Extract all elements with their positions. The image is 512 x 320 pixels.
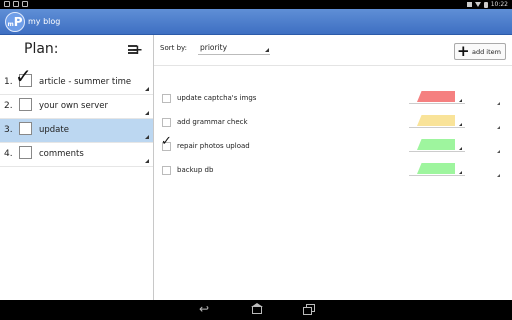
plan-panel: Plan: + 1. ✓ article - summer time 2. yo… xyxy=(0,35,153,300)
task-row[interactable]: ✓ repair photos upload xyxy=(154,134,512,158)
dropdown-corner-icon xyxy=(265,48,269,52)
task-label: update captcha's imgs xyxy=(177,94,257,102)
dropdown-corner-icon xyxy=(459,99,462,102)
priority-swatch xyxy=(417,91,455,102)
plan-item-server[interactable]: 2. your own server xyxy=(0,95,153,119)
plus-icon: + xyxy=(457,42,470,60)
back-button[interactable]: ↩ xyxy=(197,303,211,316)
task-checkbox[interactable] xyxy=(162,166,171,175)
task-row[interactable]: add grammar check xyxy=(154,110,512,134)
plan-item-number: 1. xyxy=(4,77,13,87)
navigation-bar: ↩ xyxy=(0,300,512,320)
priority-select[interactable] xyxy=(409,160,465,176)
screenshot-icon xyxy=(466,2,472,7)
dropdown-corner-icon xyxy=(145,159,149,163)
plan-item-label: your own server xyxy=(39,101,108,111)
plan-item-checkbox[interactable] xyxy=(19,98,32,111)
dropdown-corner-icon xyxy=(145,111,149,115)
plan-item-label: article - summer time xyxy=(39,77,132,87)
dropdown-corner-icon xyxy=(459,147,462,150)
priority-swatch xyxy=(417,115,455,126)
task-label: backup db xyxy=(177,166,214,174)
home-icon-body xyxy=(252,306,262,314)
status-bar: 10:22 xyxy=(0,0,512,9)
row-menu-corner-icon[interactable] xyxy=(497,150,500,153)
add-item-label: add item xyxy=(472,48,501,56)
add-item-button[interactable]: + add item xyxy=(454,43,506,60)
notification-icons xyxy=(4,1,28,7)
system-icons: 10:22 xyxy=(466,0,508,9)
plan-item-number: 3. xyxy=(4,125,13,135)
dropdown-corner-icon xyxy=(459,171,462,174)
recent-apps-button[interactable] xyxy=(302,303,316,316)
plan-title: Plan: xyxy=(24,41,59,57)
priority-swatch xyxy=(417,139,455,150)
battery-icon xyxy=(483,1,488,8)
clock: 10:22 xyxy=(490,1,508,8)
recents-icon-front xyxy=(303,307,312,315)
divider xyxy=(154,65,512,66)
action-bar: mP my blog xyxy=(0,9,512,35)
row-menu-corner-icon[interactable] xyxy=(497,102,500,105)
priority-select[interactable] xyxy=(409,136,465,152)
dropdown-corner-icon xyxy=(459,123,462,126)
sort-select-value: priority xyxy=(200,43,228,52)
sort-select[interactable]: priority xyxy=(198,40,270,55)
checkmark-icon: ✓ xyxy=(161,134,172,149)
plan-item-comments[interactable]: 4. comments xyxy=(0,143,153,167)
plus-icon: + xyxy=(132,43,143,58)
checkmark-icon: ✓ xyxy=(15,64,32,88)
task-label: add grammar check xyxy=(177,118,248,126)
app-title: my blog xyxy=(28,17,61,26)
home-button[interactable] xyxy=(250,303,264,316)
task-checkbox[interactable] xyxy=(162,94,171,103)
plan-item-label: update xyxy=(39,125,69,135)
dropdown-corner-icon xyxy=(145,135,149,139)
task-label: repair photos upload xyxy=(177,142,250,150)
dropdown-corner-icon xyxy=(145,87,149,91)
plan-item-checkbox[interactable] xyxy=(19,146,32,159)
notification-icon xyxy=(22,1,28,7)
task-row[interactable]: backup db xyxy=(154,158,512,182)
sort-label: Sort by: xyxy=(160,44,188,52)
task-panel: Sort by: priority + add item update capt… xyxy=(154,35,512,300)
row-menu-corner-icon[interactable] xyxy=(497,126,500,129)
plan-item-label: comments xyxy=(39,149,84,159)
plan-item-article[interactable]: 1. ✓ article - summer time xyxy=(0,66,153,95)
priority-select[interactable] xyxy=(409,112,465,128)
row-menu-corner-icon[interactable] xyxy=(497,174,500,177)
task-row[interactable]: update captcha's imgs xyxy=(154,86,512,110)
notification-icon xyxy=(13,1,19,7)
plan-item-checkbox[interactable] xyxy=(19,122,32,135)
add-plan-button[interactable]: + xyxy=(128,43,143,58)
plan-item-number: 4. xyxy=(4,149,13,159)
priority-select[interactable] xyxy=(409,88,465,104)
priority-swatch xyxy=(417,163,455,174)
back-arrow-icon: ↩ xyxy=(198,302,210,316)
plan-item-update[interactable]: 3. update xyxy=(0,119,153,143)
wifi-icon xyxy=(474,2,481,7)
notification-icon xyxy=(4,1,10,7)
plan-item-number: 2. xyxy=(4,101,13,111)
task-checkbox[interactable] xyxy=(162,118,171,127)
app-logo-icon[interactable]: mP xyxy=(5,12,25,32)
